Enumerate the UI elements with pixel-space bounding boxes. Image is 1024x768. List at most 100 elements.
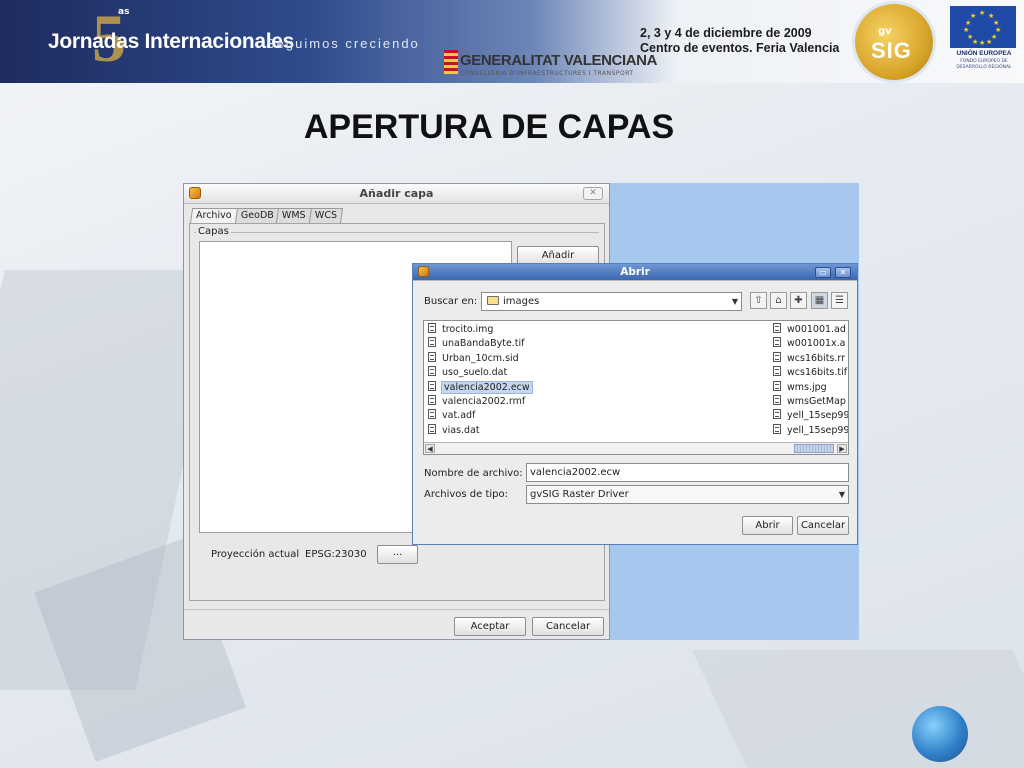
- file-icon: [428, 323, 436, 333]
- file-type-dropdown[interactable]: gvSIG Raster Driver ▼: [526, 485, 849, 504]
- file-list-item[interactable]: valencia2002.ecw: [426, 380, 536, 395]
- eu-label: UNIÓN EUROPEA: [956, 50, 1012, 57]
- file-icon: [773, 409, 781, 420]
- event-tagline: Seguimos creciendo: [266, 36, 420, 51]
- scroll-thumb[interactable]: [794, 444, 834, 453]
- file-icon: [773, 380, 781, 391]
- open-file-dialog: Abrir ▭ ✕ Buscar en: images ▼ ⇧ ⌂ ✚ ▦ ☰ …: [412, 263, 858, 545]
- file-name: w001001.ad: [787, 324, 846, 335]
- file-name: Urban_10cm.sid: [442, 352, 519, 364]
- scroll-left-icon[interactable]: ◀: [425, 444, 435, 453]
- file-name: valencia2002.rmf: [442, 395, 526, 407]
- file-list-item[interactable]: vias.dat: [426, 423, 536, 438]
- cancel-button[interactable]: Cancelar: [797, 516, 849, 535]
- file-list-item[interactable]: wmsGetMap: [771, 394, 848, 409]
- projection-value: EPSG:23030: [305, 549, 367, 560]
- horizontal-scrollbar[interactable]: ◀ ▶: [424, 442, 848, 454]
- add-layer-titlebar[interactable]: Añadir capa ✕: [184, 184, 609, 204]
- scroll-right-icon[interactable]: ▶: [837, 444, 847, 453]
- file-icon: [428, 337, 436, 348]
- layers-group-border: [194, 232, 599, 233]
- file-list-item[interactable]: yell_15sep99: [771, 423, 848, 438]
- up-folder-icon[interactable]: ⇧: [750, 292, 767, 309]
- file-list-item[interactable]: uso_suelo.dat: [426, 366, 536, 380]
- folder-icon: [487, 296, 499, 305]
- new-folder-icon[interactable]: ✚: [790, 292, 807, 309]
- details-view-icon[interactable]: ☰: [831, 292, 848, 309]
- file-list-item[interactable]: trocito.img: [426, 323, 536, 337]
- file-name: unaBandaByte.tif: [442, 338, 525, 350]
- file-icon: [428, 351, 436, 362]
- file-list-column: trocito.img unaBandaByte.tif Urban_10cm.si…: [426, 323, 536, 438]
- file-icon: [773, 323, 781, 333]
- globe-icon: [912, 706, 968, 762]
- add-layer-tabs: Archivo GeoDB WMS WCS: [189, 208, 344, 224]
- sponsor-subtitle: CONSELLERIA D'INFRAESTRUCTURES I TRANSPO…: [460, 70, 634, 77]
- event-date: 2, 3 y 4 de diciembre de 2009: [640, 26, 812, 40]
- layers-group-label: Capas: [196, 226, 231, 237]
- file-list-item[interactable]: wms.jpg: [771, 380, 848, 395]
- tab-geodb[interactable]: GeoDB: [234, 208, 280, 223]
- file-name: vias.dat: [442, 424, 480, 436]
- file-name: yell_15sep99: [787, 410, 849, 422]
- file-name: uso_suelo.dat: [442, 367, 508, 379]
- file-icon: [428, 380, 436, 391]
- file-icon: [428, 423, 436, 434]
- chevron-down-icon: ▼: [731, 297, 738, 306]
- look-in-value: images: [503, 296, 540, 307]
- gvsig-logo-prefix: gv: [878, 26, 892, 37]
- file-list-item[interactable]: valencia2002.rmf: [426, 394, 536, 409]
- file-list-item[interactable]: w001001.ad: [771, 323, 848, 337]
- tab-wms[interactable]: WMS: [276, 208, 313, 223]
- projection-button[interactable]: ...: [377, 545, 418, 564]
- projection-label: Proyección actual: [211, 549, 300, 560]
- file-icon: [773, 337, 781, 348]
- file-list[interactable]: trocito.img unaBandaByte.tif Urban_10cm.si…: [423, 320, 849, 455]
- eu-fund-label: FONDO EUROPEO DE DESARROLLO REGIONAL: [956, 59, 1012, 70]
- file-name: trocito.img: [442, 324, 494, 335]
- file-list-item[interactable]: wcs16bits.rr: [771, 351, 848, 366]
- open-dialog-titlebar[interactable]: Abrir ▭ ✕: [413, 264, 857, 281]
- file-list-item[interactable]: w001001x.a: [771, 337, 848, 351]
- chevron-down-icon: ▼: [838, 490, 845, 499]
- file-list-item[interactable]: wcs16bits.tif: [771, 366, 848, 380]
- background-binary-band: [692, 650, 1024, 768]
- gvsig-logo-text: SIG: [871, 38, 912, 63]
- file-name: w001001x.a: [787, 338, 846, 350]
- maximize-button[interactable]: ▭: [815, 267, 831, 278]
- file-type-label: Archivos de tipo:: [424, 489, 508, 500]
- accept-button[interactable]: Aceptar: [454, 617, 526, 636]
- file-icon: [773, 394, 781, 405]
- tab-wcs[interactable]: WCS: [308, 208, 344, 223]
- file-icon: [773, 351, 781, 362]
- look-in-dropdown[interactable]: images ▼: [481, 292, 742, 311]
- sponsor-name: GENERALITAT VALENCIANA: [460, 52, 658, 69]
- file-list-column: w001001.ad w001001x.a wcs16bits.rr wcs16bit…: [771, 323, 849, 438]
- event-venue: Centro de eventos. Feria Valencia: [640, 41, 840, 55]
- event-title: Jornadas Internacionales: [48, 30, 295, 53]
- close-button[interactable]: ✕: [583, 187, 603, 200]
- file-name: wcs16bits.tif: [787, 367, 848, 379]
- file-name: wmsGetMap: [787, 395, 846, 407]
- file-icon: [428, 394, 436, 405]
- file-list-item[interactable]: vat.adf: [426, 409, 536, 423]
- file-icon: [773, 423, 781, 434]
- file-name: wcs16bits.rr: [787, 352, 846, 364]
- close-button[interactable]: ✕: [835, 267, 851, 278]
- file-icon: [773, 366, 781, 377]
- cancel-button[interactable]: Cancelar: [532, 617, 604, 636]
- tab-archivo[interactable]: Archivo: [189, 208, 238, 224]
- event-number-suffix: as: [118, 7, 130, 17]
- home-icon[interactable]: ⌂: [770, 292, 787, 309]
- open-button[interactable]: Abrir: [742, 516, 793, 535]
- file-list-item[interactable]: Urban_10cm.sid: [426, 351, 536, 366]
- file-list-item[interactable]: yell_15sep99: [771, 409, 849, 423]
- generalitat-logo-icon: [444, 50, 458, 74]
- header-banner: 5 as Jornadas Internacionales Seguimos c…: [0, 0, 1024, 83]
- open-dialog-title: Abrir: [620, 266, 650, 278]
- look-in-label: Buscar en:: [424, 296, 478, 307]
- file-name-input[interactable]: valencia2002.ecw: [526, 463, 849, 482]
- file-list-item[interactable]: unaBandaByte.tif: [426, 337, 536, 351]
- slide-title: APERTURA DE CAPAS: [303, 108, 675, 146]
- list-view-icon[interactable]: ▦: [811, 292, 828, 309]
